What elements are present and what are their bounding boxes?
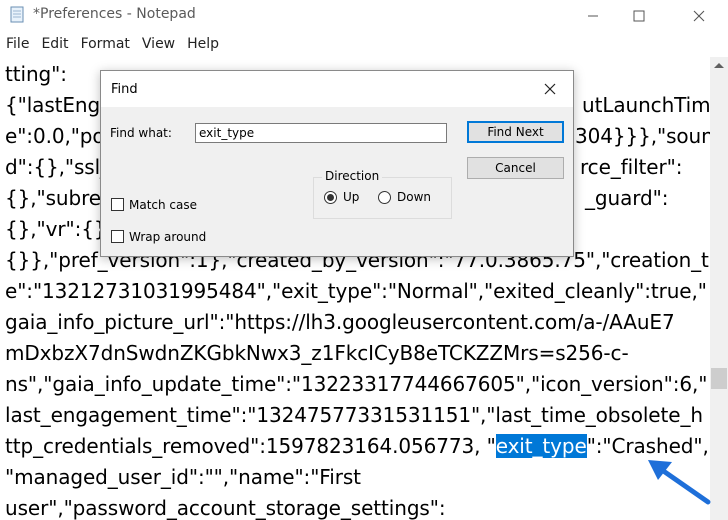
- direction-down-radio[interactable]: [378, 191, 391, 204]
- editor-line: "managed_user_id":"","name":"First: [5, 465, 361, 489]
- direction-up-radio[interactable]: [324, 191, 337, 204]
- notepad-icon: [10, 6, 24, 23]
- close-icon: [544, 83, 556, 95]
- menu-edit[interactable]: Edit: [35, 34, 74, 56]
- dialog-title: Find: [111, 82, 138, 97]
- line-text: ttp_credentials_removed":1597823164.0567…: [5, 434, 496, 458]
- editor-line: {"lastEnga: [5, 93, 113, 117]
- close-button[interactable]: [676, 0, 722, 31]
- editor-line: d":{},"ssl_: [5, 155, 110, 179]
- editor-line-fragment: _guard":: [585, 186, 669, 210]
- window-title: *Preferences - Notepad: [33, 6, 196, 22]
- maximize-icon: [633, 10, 645, 21]
- direction-down-label[interactable]: Down: [397, 190, 431, 204]
- editor-line: {},"subres: [5, 186, 112, 210]
- selected-text: exit_type: [495, 434, 587, 458]
- annotation-arrow-icon: [648, 460, 711, 505]
- editor-line: user","password_account_storage_settings…: [5, 496, 446, 520]
- editor-line: last_engagement_time":"13247577331531151…: [5, 403, 703, 427]
- vertical-scrollbar[interactable]: [710, 57, 728, 520]
- editor-line: e":0.0,"po: [5, 124, 105, 148]
- find-what-label: Find what:: [110, 126, 172, 140]
- minimize-icon: [588, 15, 598, 16]
- editor-line: mDxbzX7dnSwdnZKGbkNwx3_z1FkcICyB8eTCKZZM…: [5, 341, 629, 365]
- editor-line: ns","gaia_info_update_time":"13223317744…: [5, 372, 708, 396]
- menu-view[interactable]: View: [136, 34, 181, 56]
- wrap-around-label[interactable]: Wrap around: [129, 230, 206, 244]
- menu-format[interactable]: Format: [75, 34, 136, 56]
- match-case-label[interactable]: Match case: [129, 198, 197, 212]
- title-bar: *Preferences - Notepad: [0, 0, 728, 31]
- scroll-up-icon[interactable]: [714, 63, 724, 68]
- direction-group: Direction Up Down: [313, 169, 452, 219]
- match-case-checkbox[interactable]: [111, 198, 124, 211]
- wrap-around-checkbox[interactable]: [111, 230, 124, 243]
- maximize-button[interactable]: [616, 0, 662, 31]
- editor-line-fragment: 304}}},"soun: [575, 124, 710, 148]
- scroll-thumb[interactable]: [711, 368, 727, 389]
- menu-help[interactable]: Help: [181, 34, 225, 56]
- menu-bar: File Edit Format View Help: [0, 34, 225, 56]
- editor-line: tting":: [5, 62, 67, 86]
- find-dialog: Find Find what: Find Next Cancel Directi…: [100, 70, 574, 257]
- direction-up-label[interactable]: Up: [343, 190, 359, 204]
- cancel-button[interactable]: Cancel: [467, 157, 564, 179]
- editor-line: gaia_info_picture_url":"https://lh3.goog…: [5, 310, 675, 334]
- close-icon: [693, 10, 705, 21]
- dialog-title-bar: Find: [101, 71, 573, 107]
- editor-line-fragment: utLaunchTim: [582, 93, 710, 117]
- minimize-button[interactable]: [570, 0, 616, 31]
- menu-file[interactable]: File: [0, 34, 35, 56]
- find-what-input[interactable]: [195, 123, 447, 143]
- editor-line-selected: ttp_credentials_removed":1597823164.0567…: [5, 434, 709, 458]
- direction-label: Direction: [322, 169, 383, 183]
- editor-line-fragment: rce_filter":: [580, 155, 683, 179]
- dialog-close-button[interactable]: [527, 71, 573, 107]
- find-next-button[interactable]: Find Next: [467, 121, 564, 143]
- editor-line: e":"13212731031995484","exit_type":"Norm…: [5, 279, 707, 303]
